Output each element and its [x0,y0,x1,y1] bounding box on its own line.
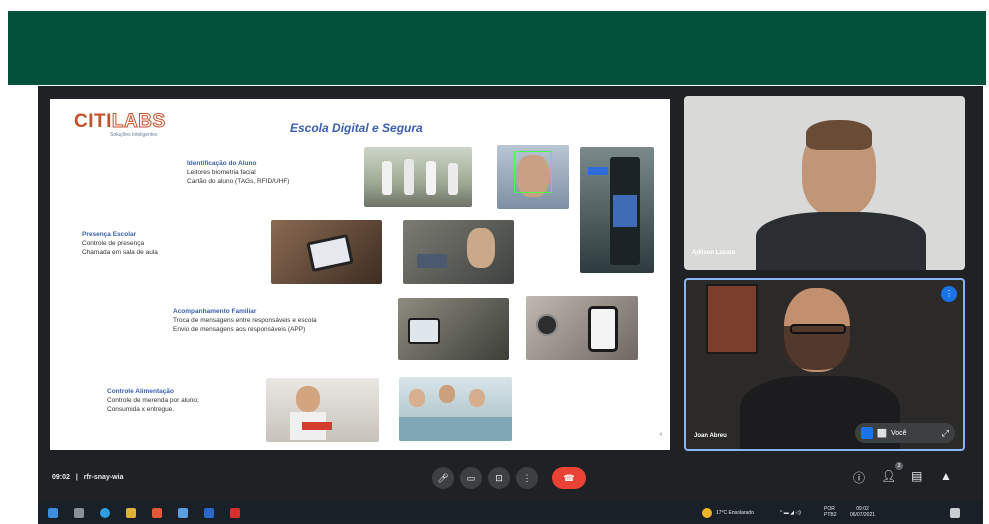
participant-hair [806,120,872,150]
meeting-info: 09:02 | rfr-snay-wia [52,474,123,481]
section-heading: Presença Escolar [82,231,137,238]
school-lunch-girl-photo [266,378,379,442]
section-line: Envio de mensagens aos responsáveis (APP… [173,326,306,333]
meeting-code: rfr-snay-wia [83,474,124,481]
more-options-button[interactable]: ⋮ [516,467,538,489]
biometric-totem-photo [580,147,654,273]
participant-tile-adilson[interactable]: Adilson Lucato [684,96,965,270]
section-identificacao: Identificação do Aluno Leitores biometri… [187,159,289,186]
section-line: Cartão do aluno (TAGs, RFID/UHF) [187,178,290,185]
microphone-icon: 🎤︎ [437,473,449,483]
expand-icon[interactable]: ⤢ [942,428,949,439]
section-presenca: Presença Escolar Controle de presença Ch… [82,230,158,257]
outlook-icon[interactable] [204,508,214,518]
participant-name: Adilson Lucato [692,250,736,256]
more-options-icon: ⋮ [522,473,532,483]
windows-taskbar: 17°C Ensolarado ^ ▬ ◢ ◁) POR PTB2 09:02 … [38,502,983,524]
background-painting [706,284,758,354]
cafeteria-children-photo [399,377,512,441]
logo-subtitle: Soluções Inteligentes [110,132,158,138]
present-screen-icon: ⊡ [495,473,503,483]
end-call-button[interactable]: ☎︎ [552,467,586,489]
people-button[interactable]: 👤︎ [881,469,896,483]
self-view-controls[interactable]: ⬜ Você ⤢ [855,423,955,443]
classroom-call-photo [403,220,514,284]
parent-messaging-photo [398,298,509,360]
minimize-self-icon[interactable]: ⬜ [877,429,887,438]
logo-part-labs: LABS [111,111,166,133]
camera-button[interactable]: ▭ [460,467,482,489]
windows-start-icon[interactable] [48,508,58,518]
section-acompanhamento: Acompanhamento Familiar Troca de mensage… [173,307,317,334]
taskbar-clock[interactable]: 09:02 06/07/2021 [850,506,875,518]
section-heading: Controle Alimentação [107,388,174,395]
header-banner [8,11,986,85]
screenshot-root: CITILABS Soluções Inteligentes Escola Di… [0,0,989,524]
app-icon[interactable] [152,508,162,518]
tray-icons[interactable]: ^ ▬ ◢ ◁) [780,510,801,516]
smartwatch-app-photo [526,296,638,360]
end-call-icon: ☎︎ [563,473,575,483]
activities-button[interactable]: ▲ [940,469,952,483]
tablet-attendance-photo [271,220,382,284]
self-label: Você [890,429,907,437]
chat-button[interactable]: ▤ [911,469,922,483]
facial-biometrics-photo [497,145,569,209]
acrobat-icon[interactable] [230,508,240,518]
citilabs-logo: CITILABS [74,111,166,133]
section-line: Leitores biometria facial [187,169,256,176]
section-line: Chamada em sala de aula [82,249,158,256]
section-line: Controle de presença [82,240,145,247]
info-icon: ⓘ [853,471,866,485]
slide-title: Escola Digital e Segura [290,121,423,135]
weather-icon[interactable] [702,508,712,518]
chat-icon: ▤ [911,469,923,483]
pin-icon[interactable] [861,427,873,439]
section-line: Troca de mensagens entre responsáveis e … [173,317,317,324]
logo-part-citi: CITI [74,111,112,132]
participant-tile-self[interactable]: ⋮ Joan Abreu ⬜ Você ⤢ [684,278,965,451]
activities-icon: ▲ [940,469,952,483]
participant-glasses [790,324,846,334]
presentation-slide: CITILABS Soluções Inteligentes Escola Di… [50,99,670,450]
clock-date: 06/07/2021 [850,512,876,518]
section-heading: Acompanhamento Familiar [173,308,257,315]
speaking-indicator-icon: ⋮ [941,286,957,302]
camera-icon: ▭ [466,473,476,483]
section-heading: Identificação do Aluno [187,160,257,167]
slide-page-number: 4 [659,432,662,438]
microphone-button[interactable]: 🎤︎ [432,467,454,489]
info-button[interactable]: ⓘ [853,469,865,486]
keyboard-layout: PTB2 [824,512,837,518]
present-button[interactable]: ⊡ [488,467,510,489]
notification-icon[interactable] [950,508,960,518]
weather-text[interactable]: 17°C Ensolarado [716,510,754,516]
meeting-time: 09:02 [52,474,70,481]
participant-count-badge: 3 [895,462,903,470]
task-view-icon[interactable] [74,508,84,518]
people-icon: 👤︎ [881,469,897,483]
students-walking-photo [364,147,472,207]
store-icon[interactable] [178,508,188,518]
edge-browser-icon[interactable] [100,508,110,518]
meeting-separator: | [75,474,78,481]
participant-shirt [756,212,926,270]
section-alimentacao: Controle Alimentação Controle de merenda… [107,387,199,414]
section-line: Controle de merenda por aluno; [107,397,199,404]
language-indicator[interactable]: POR PTB2 [824,506,837,518]
section-line: Consumida x entregue. [107,406,175,413]
file-explorer-icon[interactable] [126,508,136,518]
participant-name: Joan Abreu [694,433,727,439]
